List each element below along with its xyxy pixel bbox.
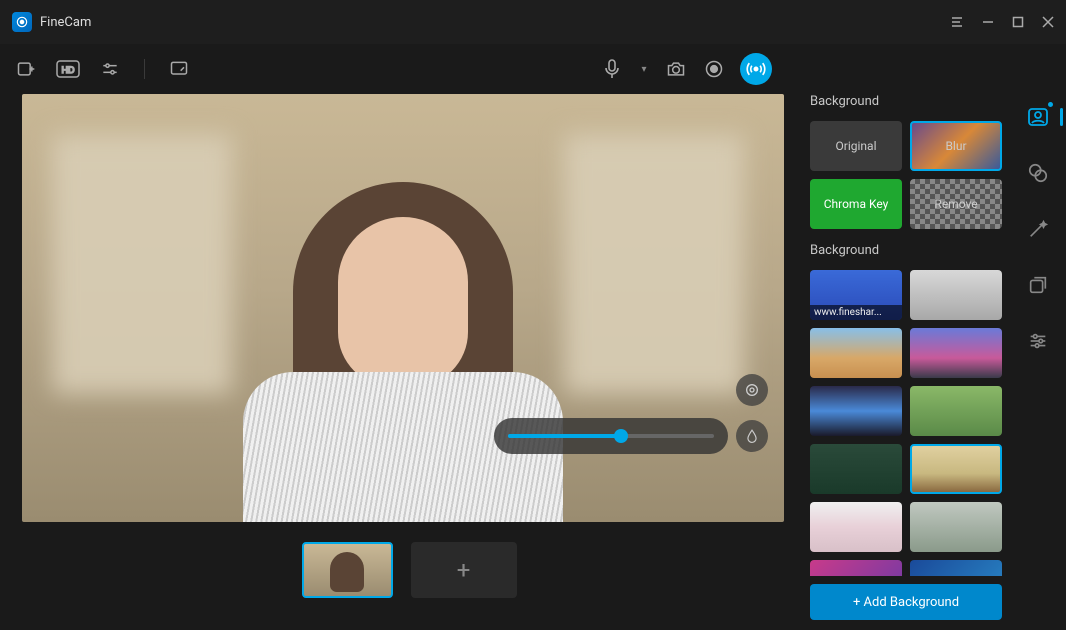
plus-icon: + [457,556,471,584]
mode-chroma-key[interactable]: Chroma Key [810,179,902,229]
main-area: + Background Original Blur Chroma Key Re… [0,94,1066,630]
minimize-button[interactable] [982,16,994,28]
bg-tile-7[interactable] [810,444,902,494]
background-panel: Background Original Blur Chroma Key Remo… [810,94,1010,630]
hamburger-icon[interactable] [950,15,964,29]
target-button[interactable] [736,374,768,406]
bg-tile-4[interactable] [910,328,1002,378]
sliders-icon[interactable] [98,57,122,81]
record-icon[interactable] [702,57,726,81]
background-image-grid: www.fineshar... [810,270,1002,576]
add-scene-icon[interactable] [14,57,38,81]
rail-overlay-icon[interactable] [1025,160,1051,186]
broadcast-button[interactable] [740,53,772,85]
toolbar: HD ▾ [0,44,1066,94]
bg-caption-1: www.fineshar... [810,305,902,320]
mode-blur[interactable]: Blur [910,121,1002,171]
bg-tile-9[interactable] [810,502,902,552]
close-button[interactable] [1042,16,1054,28]
mode-original[interactable]: Original [810,121,902,171]
droplet-button[interactable] [736,420,768,452]
bg-tile-2[interactable] [910,270,1002,320]
scene-thumbnails: + [22,542,796,598]
slider-thumb[interactable] [614,429,628,443]
panel-heading-modes: Background [810,94,1002,109]
video-preview[interactable] [22,94,784,522]
titlebar-left: FineCam [12,12,91,32]
blur-slider[interactable] [508,434,714,438]
hd-icon[interactable]: HD [56,57,80,81]
bg-tile-1[interactable]: www.fineshar... [810,270,902,320]
preview-controls [494,374,768,454]
toolbar-right: ▾ [600,53,772,85]
panel-heading-images: Background [810,243,1002,258]
app-logo [12,12,32,32]
blur-slider-container [494,418,728,454]
camera-icon[interactable] [664,57,688,81]
scene-thumb-1[interactable] [302,542,393,598]
bg-tile-5[interactable] [810,386,902,436]
rail-background-icon[interactable] [1025,104,1051,130]
toolbar-left: HD [14,57,191,81]
add-scene-thumb[interactable]: + [411,542,517,598]
background-mode-grid: Original Blur Chroma Key Remove [810,121,1002,229]
rail-active-dot [1048,102,1053,107]
annotate-icon[interactable] [167,57,191,81]
toolbar-divider [144,59,145,79]
mode-remove[interactable]: Remove [910,179,1002,229]
titlebar: FineCam [0,0,1066,44]
window-controls [950,15,1054,29]
bg-tile-8[interactable] [910,444,1002,494]
bg-tile-10[interactable] [910,502,1002,552]
person-subject [233,142,573,522]
mic-icon[interactable] [600,57,624,81]
preview-area: + [0,94,810,630]
side-icon-rail [1010,94,1066,630]
rail-magic-icon[interactable] [1025,216,1051,242]
rail-layers-icon[interactable] [1025,272,1051,298]
add-background-button[interactable]: + Add Background [810,584,1002,620]
mic-dropdown[interactable]: ▾ [638,57,650,81]
maximize-button[interactable] [1012,16,1024,28]
bg-tile-3[interactable] [810,328,902,378]
bg-tile-6[interactable] [910,386,1002,436]
app-title: FineCam [40,15,91,30]
svg-text:HD: HD [62,65,75,75]
bg-tile-11[interactable] [810,560,902,576]
bg-tile-12[interactable] [910,560,1002,576]
rail-settings-icon[interactable] [1025,328,1051,354]
